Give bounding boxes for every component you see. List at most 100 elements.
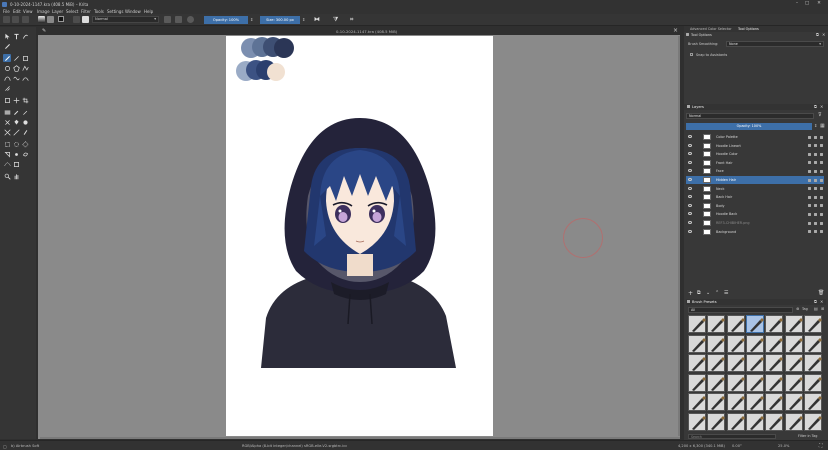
layer-row[interactable]: Back Hair: [686, 193, 824, 201]
layer-row[interactable]: Body: [686, 202, 824, 210]
menu-view[interactable]: View: [23, 9, 33, 14]
freehand-select-tool-icon[interactable]: [21, 150, 29, 158]
lock-icon[interactable]: [808, 221, 811, 225]
freehand-brush-tool-icon[interactable]: [3, 54, 11, 62]
close-dock-icon[interactable]: ✕: [822, 32, 825, 37]
alpha-lock-icon[interactable]: [814, 169, 817, 173]
brush-preset-tile[interactable]: [707, 373, 726, 392]
brush-preset-tile[interactable]: [803, 412, 822, 431]
assistant-tool-icon[interactable]: [3, 128, 11, 136]
duplicate-layer-icon[interactable]: ⧉: [697, 290, 701, 296]
brush-preset-tile[interactable]: [745, 315, 764, 333]
lock-icon[interactable]: [808, 169, 811, 173]
brush-view-icon[interactable]: ⊞: [821, 306, 824, 311]
inherit-alpha-icon[interactable]: [820, 187, 823, 191]
brush-settings-icon[interactable]: ▤: [814, 306, 818, 311]
inherit-alpha-icon[interactable]: [820, 178, 823, 182]
visibility-eye-icon[interactable]: [688, 143, 692, 147]
brush-preset-tile[interactable]: [745, 393, 764, 411]
bezier-tool-icon[interactable]: [3, 74, 11, 82]
lock-icon[interactable]: [808, 204, 811, 208]
layer-thumbnails-icon[interactable]: ▦: [820, 123, 825, 129]
layer-opacity-slider[interactable]: Opacity: 100%: [686, 123, 812, 130]
brush-preset-tile[interactable]: [726, 393, 745, 411]
brush-tag-filter-select[interactable]: All: [688, 307, 793, 313]
inherit-alpha-icon[interactable]: [820, 212, 823, 216]
visibility-eye-icon[interactable]: [688, 169, 692, 173]
tab-tool-options[interactable]: Tool Options: [738, 27, 759, 31]
brush-preset-tile[interactable]: [726, 373, 745, 392]
brush-preset-tile[interactable]: [726, 334, 745, 353]
alpha-lock-icon[interactable]: [814, 230, 817, 234]
layer-row[interactable]: Face: [686, 167, 824, 175]
brush-preset-tile[interactable]: [688, 373, 706, 392]
inherit-alpha-icon[interactable]: [820, 230, 823, 234]
menu-filter[interactable]: Filter: [81, 9, 91, 14]
colorize-mask-tool-icon[interactable]: [21, 108, 29, 116]
menu-edit[interactable]: Edit: [13, 9, 21, 14]
transform-tool-icon[interactable]: [3, 96, 11, 104]
rectangle-tool-icon[interactable]: [21, 54, 29, 62]
brush-preset-tile[interactable]: [707, 334, 726, 353]
brush-preset-tile[interactable]: [726, 412, 745, 431]
visibility-eye-icon[interactable]: [688, 160, 692, 164]
lock-icon[interactable]: [808, 195, 811, 199]
close-document-icon[interactable]: ×: [673, 27, 678, 34]
measure-tool-icon[interactable]: [12, 128, 20, 136]
brush-preset-icon[interactable]: [82, 16, 89, 23]
brush-preset-tile[interactable]: [688, 315, 706, 333]
inherit-alpha-icon[interactable]: [820, 195, 823, 199]
inherit-alpha-icon[interactable]: [820, 135, 823, 139]
close-window-button[interactable]: ✕: [814, 1, 824, 7]
alpha-lock-icon[interactable]: [814, 178, 817, 182]
lock-icon[interactable]: [808, 178, 811, 182]
visibility-eye-icon[interactable]: [688, 178, 692, 181]
alpha-lock-icon[interactable]: [814, 152, 817, 156]
snap-assistants-checkbox[interactable]: [690, 53, 693, 56]
brush-preset-tile[interactable]: [707, 315, 726, 333]
layer-row[interactable]: Background: [686, 228, 824, 236]
rectangular-select-tool-icon[interactable]: [3, 140, 11, 148]
maximize-button[interactable]: □: [802, 1, 812, 7]
visibility-eye-icon[interactable]: [688, 203, 692, 207]
polyline-tool-icon[interactable]: [21, 64, 29, 72]
alpha-lock-icon[interactable]: [814, 161, 817, 165]
brush-preset-tile[interactable]: [784, 393, 803, 411]
menu-help[interactable]: Help: [144, 9, 153, 14]
elliptical-select-tool-icon[interactable]: [12, 140, 20, 148]
foreground-color-icon[interactable]: [58, 16, 64, 22]
visibility-eye-icon[interactable]: [688, 195, 692, 199]
alpha-lock-icon[interactable]: [814, 221, 817, 225]
brush-preset-tile[interactable]: [745, 334, 764, 353]
save-document-icon[interactable]: [22, 16, 29, 23]
layer-properties-icon[interactable]: ☰: [724, 290, 728, 296]
reference-images-tool-icon[interactable]: [21, 128, 29, 136]
float-dock-icon[interactable]: ⧉: [816, 32, 819, 37]
brush-preset-tile[interactable]: [803, 373, 822, 392]
layer-row[interactable]: Neck: [686, 185, 824, 193]
size-slider[interactable]: Size: 300.00 px: [260, 16, 300, 24]
brush-preset-tile[interactable]: [803, 334, 822, 353]
gradient-icon[interactable]: [38, 16, 45, 23]
brush-preset-tile[interactable]: [784, 334, 803, 353]
tag-icon[interactable]: ⊛: [796, 306, 799, 311]
lock-icon[interactable]: [808, 187, 811, 191]
delete-layer-icon[interactable]: 🗑: [818, 290, 824, 296]
inherit-alpha-icon[interactable]: [820, 144, 823, 148]
zoom-tool-icon[interactable]: [3, 172, 11, 180]
menu-select[interactable]: Select: [66, 9, 78, 14]
brush-preset-tile[interactable]: [726, 315, 745, 333]
calligraphy-tool-icon[interactable]: [3, 42, 11, 50]
alpha-lock-icon[interactable]: [814, 204, 817, 208]
menu-window[interactable]: Window: [125, 9, 141, 14]
new-document-icon[interactable]: [3, 16, 10, 23]
add-layer-icon[interactable]: +: [688, 290, 693, 297]
brush-preset-tile[interactable]: [707, 393, 726, 411]
polygon-tool-icon[interactable]: [12, 64, 20, 72]
menu-file[interactable]: File: [3, 9, 10, 14]
magnetic-select-tool-icon[interactable]: [12, 160, 20, 168]
float-layers-icon[interactable]: ⧉: [814, 104, 817, 109]
polygonal-select-tool-icon[interactable]: [21, 140, 29, 148]
color-picker-tool-icon[interactable]: [12, 108, 20, 116]
layer-row[interactable]: Front Hair: [686, 159, 824, 167]
